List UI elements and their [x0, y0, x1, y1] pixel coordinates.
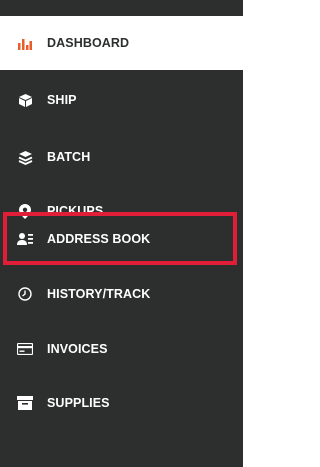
sidebar-item-batch[interactable]: BATCH [0, 130, 243, 184]
sidebar-item-history-track[interactable]: HISTORY/TRACK [0, 267, 243, 321]
sidebar-item-label: SUPPLIES [47, 396, 110, 410]
layers-icon [16, 148, 34, 166]
credit-card-icon [16, 340, 34, 358]
sidebar-top-bar [0, 0, 243, 16]
bar-chart-icon [16, 34, 34, 52]
sidebar-item-label: HISTORY/TRACK [47, 287, 151, 301]
sidebar-item-ship[interactable]: SHIP [0, 73, 243, 127]
sidebar-item-supplies[interactable]: SUPPLIES [0, 376, 243, 430]
clock-icon [16, 285, 34, 303]
sidebar-item-label: SHIP [47, 93, 77, 107]
supplies-box-icon [16, 394, 34, 412]
address-book-highlight-box [3, 212, 237, 265]
sidebar: DASHBOARD SHIP BATCH PICKUPS ADDRESS BOO… [0, 0, 243, 467]
sidebar-item-label: DASHBOARD [47, 36, 130, 50]
box-icon [16, 91, 34, 109]
sidebar-item-label: INVOICES [47, 342, 108, 356]
sidebar-item-label: BATCH [47, 150, 91, 164]
sidebar-item-dashboard[interactable]: DASHBOARD [0, 16, 243, 70]
sidebar-item-invoices[interactable]: INVOICES [0, 322, 243, 376]
